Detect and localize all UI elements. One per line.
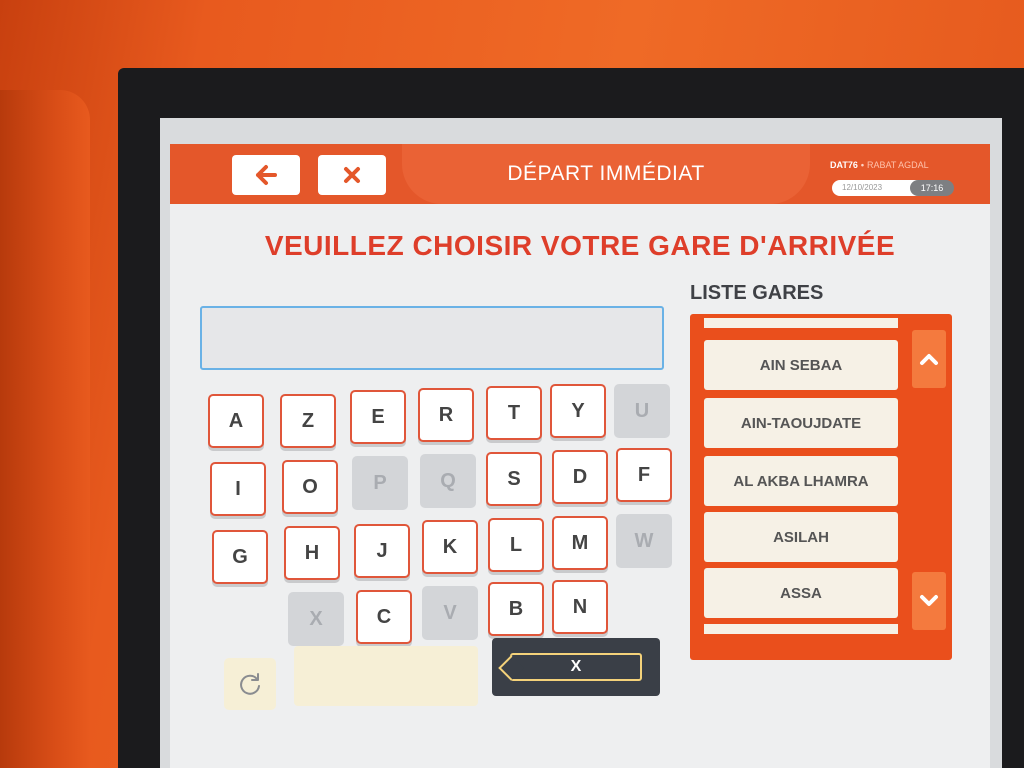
station-item-asilah[interactable]: ASILAH bbox=[704, 512, 898, 562]
key-u: U bbox=[614, 384, 670, 438]
key-c[interactable]: C bbox=[356, 590, 412, 644]
key-q: Q bbox=[420, 454, 476, 508]
backspace-label: X bbox=[570, 658, 582, 675]
scroll-up-button[interactable] bbox=[912, 330, 946, 388]
instruction-heading: VEUILLEZ CHOISIR VOTRE GARE D'ARRIVÉE bbox=[264, 230, 896, 261]
key-d[interactable]: D bbox=[552, 450, 608, 504]
key-e[interactable]: E bbox=[350, 390, 406, 444]
backspace-icon: X bbox=[510, 653, 642, 681]
station-name: RABAT AGDAL bbox=[867, 160, 929, 170]
key-t[interactable]: T bbox=[486, 386, 542, 440]
key-m[interactable]: M bbox=[552, 516, 608, 570]
station-search-input[interactable] bbox=[200, 306, 664, 370]
key-l[interactable]: L bbox=[488, 518, 544, 572]
key-n[interactable]: N bbox=[552, 580, 608, 634]
key-x: X bbox=[288, 592, 344, 646]
back-button[interactable] bbox=[232, 155, 300, 195]
close-icon bbox=[344, 167, 360, 183]
station-list-title: LISTE GARES bbox=[690, 282, 824, 304]
key-r[interactable]: R bbox=[418, 388, 474, 442]
refresh-icon bbox=[240, 673, 260, 695]
key-w: W bbox=[616, 514, 672, 568]
list-item-partial-top bbox=[704, 318, 898, 328]
key-h[interactable]: H bbox=[284, 526, 340, 580]
page-title: DÉPART IMMÉDIAT bbox=[507, 162, 705, 185]
header-bar: DÉPART IMMÉDIAT DAT76 • RABAT AGDAL 12/10/… bbox=[170, 144, 990, 204]
close-button[interactable] bbox=[318, 155, 386, 195]
station-separator: • bbox=[860, 160, 864, 170]
key-a[interactable]: A bbox=[208, 394, 264, 448]
scroll-down-button[interactable] bbox=[912, 572, 946, 630]
kiosk-ridge bbox=[0, 90, 90, 768]
key-j[interactable]: J bbox=[354, 524, 410, 578]
chevron-down-icon bbox=[920, 595, 938, 606]
key-b[interactable]: B bbox=[488, 582, 544, 636]
station-code: DAT76 bbox=[830, 160, 858, 170]
space-key[interactable] bbox=[294, 646, 478, 706]
list-item-partial-bottom bbox=[704, 624, 898, 634]
station-item-ain-taoujdate[interactable]: AIN-TAOUJDATE bbox=[704, 398, 898, 448]
key-s[interactable]: S bbox=[486, 452, 542, 506]
key-f[interactable]: F bbox=[616, 448, 672, 502]
station-item-al-akba-lhamra[interactable]: AL AKBA LHAMRA bbox=[704, 456, 898, 506]
station-item-ain-sebaa[interactable]: AIN SEBAA bbox=[704, 340, 898, 390]
key-k[interactable]: K bbox=[422, 520, 478, 574]
station-item-assa[interactable]: ASSA bbox=[704, 568, 898, 618]
arrow-left-icon bbox=[256, 165, 277, 185]
key-y[interactable]: Y bbox=[550, 384, 606, 438]
backspace-button[interactable]: X bbox=[492, 638, 660, 696]
reset-button[interactable] bbox=[224, 658, 276, 710]
key-p: P bbox=[352, 456, 408, 510]
key-v: V bbox=[422, 586, 478, 640]
touch-screen: DÉPART IMMÉDIAT DAT76 • RABAT AGDAL 12/10/… bbox=[160, 118, 1002, 768]
chevron-up-icon bbox=[920, 354, 938, 365]
station-list-panel: AIN SEBAA AIN-TAOUJDATE AL AKBA LHAMRA A… bbox=[690, 314, 952, 660]
key-g[interactable]: G bbox=[212, 530, 268, 584]
station-info: DAT76 • RABAT AGDAL bbox=[830, 160, 980, 170]
key-o[interactable]: O bbox=[282, 460, 338, 514]
app-window: DÉPART IMMÉDIAT DAT76 • RABAT AGDAL 12/10/… bbox=[170, 144, 990, 768]
key-i[interactable]: I bbox=[210, 462, 266, 516]
time-display: 17:16 bbox=[910, 180, 954, 196]
key-z[interactable]: Z bbox=[280, 394, 336, 448]
